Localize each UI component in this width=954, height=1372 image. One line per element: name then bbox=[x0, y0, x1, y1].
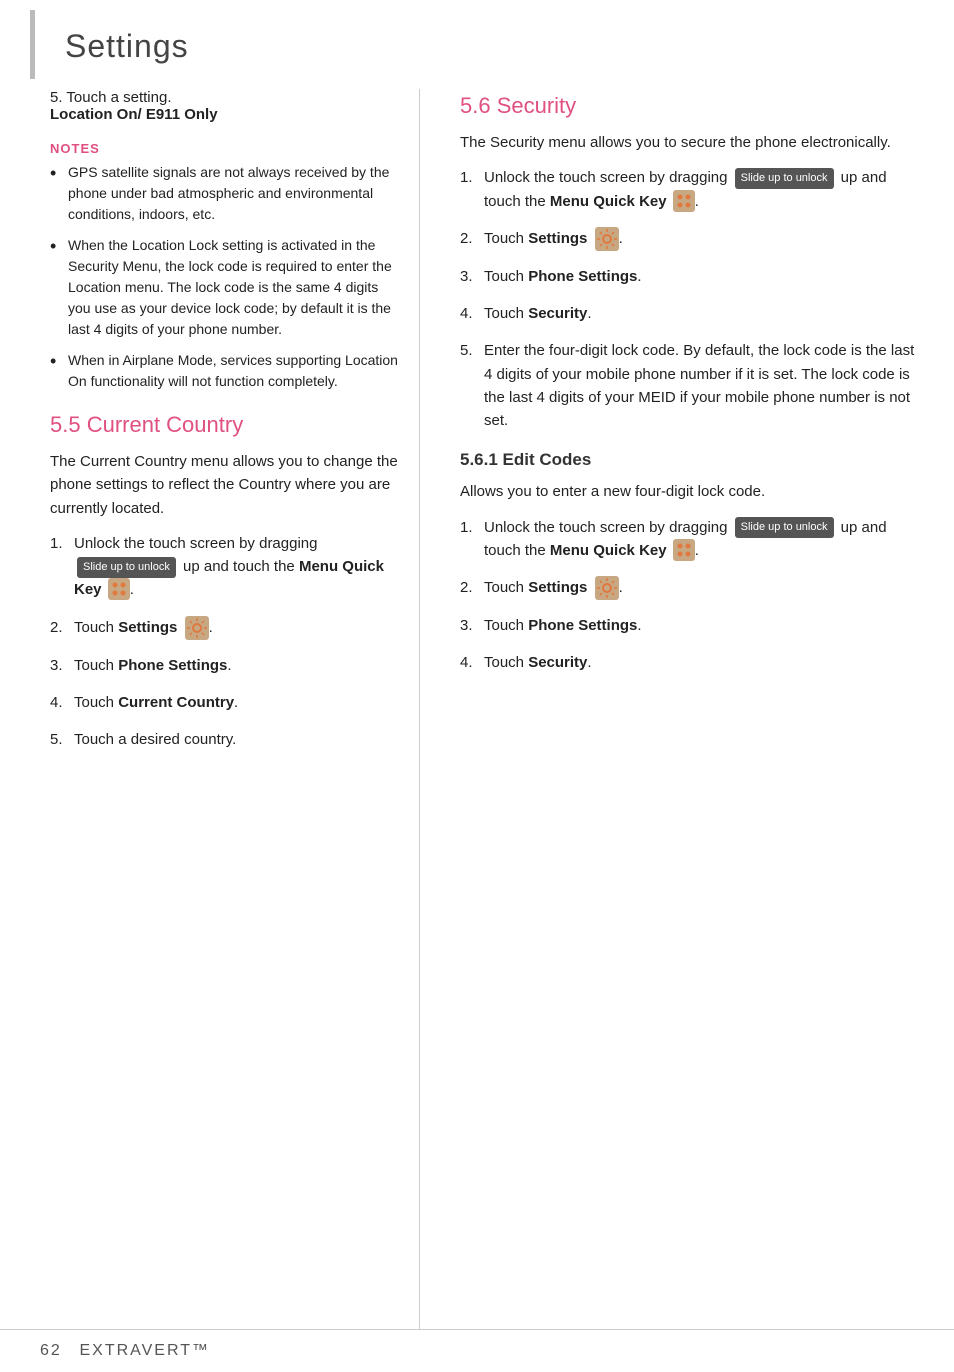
step-num: 1. bbox=[460, 166, 484, 213]
section-56-heading: 5.6 Security bbox=[460, 93, 924, 119]
section-561-heading: 5.6.1 Edit Codes bbox=[460, 450, 924, 470]
step-num: 1. bbox=[50, 532, 74, 602]
content-area: 5. Touch a setting. Location On/ E911 On… bbox=[0, 79, 954, 1329]
intro-bold: Location On/ E911 Only bbox=[50, 106, 218, 123]
step-num: 4. bbox=[50, 691, 74, 714]
menu-quick-key-label: Menu Quick Key bbox=[550, 193, 667, 210]
right-column: 5.6 Security The Security menu allows yo… bbox=[420, 89, 954, 1329]
step-content: Touch Security. bbox=[484, 651, 924, 674]
footer-page-num: 62 bbox=[40, 1342, 62, 1359]
intro-text: Touch a setting. bbox=[66, 89, 171, 106]
step-content: Touch Settings . bbox=[484, 227, 924, 251]
slide-badge: Slide up to unlock bbox=[735, 168, 834, 189]
list-item: • When in Airplane Mode, services suppor… bbox=[50, 350, 399, 392]
section-561-body: Allows you to enter a new four-digit loc… bbox=[460, 480, 924, 503]
step-content: Unlock the touch screen by dragging Slid… bbox=[74, 532, 399, 602]
settings-label: Settings bbox=[528, 579, 587, 596]
settings-label: Settings bbox=[118, 619, 177, 636]
list-item: 3. Touch Phone Settings. bbox=[50, 654, 399, 677]
step-content: Touch Phone Settings. bbox=[484, 265, 924, 288]
page-title: Settings bbox=[65, 28, 189, 64]
note-text: GPS satellite signals are not always rec… bbox=[68, 162, 399, 225]
security-label: Security bbox=[528, 654, 587, 671]
section-55-heading: 5.5 Current Country bbox=[50, 412, 399, 438]
list-item: 1. Unlock the touch screen by dragging S… bbox=[460, 166, 924, 213]
list-item: 4. Touch Current Country. bbox=[50, 691, 399, 714]
step-num: 2. bbox=[460, 227, 484, 251]
step-content: Unlock the touch screen by dragging Slid… bbox=[484, 516, 924, 563]
page: Settings 5. Touch a setting. Location On… bbox=[0, 0, 954, 1372]
step-content: Touch Current Country. bbox=[74, 691, 399, 714]
menu-quick-key-icon bbox=[673, 190, 695, 212]
step-num: 3. bbox=[460, 614, 484, 637]
bullet-icon: • bbox=[50, 237, 62, 255]
list-item: 4. Touch Security. bbox=[460, 651, 924, 674]
notes-heading: NOTES bbox=[50, 141, 399, 156]
list-item: 5. Enter the four-digit lock code. By de… bbox=[460, 339, 924, 432]
note-text: When the Location Lock setting is activa… bbox=[68, 235, 399, 340]
list-item: 2. Touch Settings . bbox=[460, 576, 924, 600]
bullet-icon: • bbox=[50, 352, 62, 370]
footer: 62 Extravert™ bbox=[0, 1329, 954, 1372]
settings-icon bbox=[185, 616, 209, 640]
security-label: Security bbox=[528, 305, 587, 322]
list-item: 3. Touch Phone Settings. bbox=[460, 614, 924, 637]
list-item: 1. Unlock the touch screen by dragging S… bbox=[50, 532, 399, 602]
list-item: 1. Unlock the touch screen by dragging S… bbox=[460, 516, 924, 563]
note-text: When in Airplane Mode, services supporti… bbox=[68, 350, 399, 392]
section-55-body: The Current Country menu allows you to c… bbox=[50, 450, 399, 520]
settings-icon bbox=[595, 227, 619, 251]
menu-quick-key-icon bbox=[108, 578, 130, 600]
step-num: 5. bbox=[50, 728, 74, 751]
settings-label: Settings bbox=[528, 230, 587, 247]
step-num: 3. bbox=[460, 265, 484, 288]
list-item: 3. Touch Phone Settings. bbox=[460, 265, 924, 288]
phone-settings-label: Phone Settings bbox=[118, 657, 227, 674]
footer-brand: Extravert™ bbox=[79, 1342, 210, 1359]
step-content: Touch Settings . bbox=[74, 616, 399, 640]
left-column: 5. Touch a setting. Location On/ E911 On… bbox=[0, 89, 420, 1329]
step-num: 4. bbox=[460, 302, 484, 325]
section-55-steps: 1. Unlock the touch screen by dragging S… bbox=[50, 532, 399, 752]
phone-settings-label: Phone Settings bbox=[528, 617, 637, 634]
list-item: 2. Touch Settings . bbox=[460, 227, 924, 251]
notes-list: • GPS satellite signals are not always r… bbox=[50, 162, 399, 392]
section-56-body: The Security menu allows you to secure t… bbox=[460, 131, 924, 154]
step-num: 5. bbox=[460, 339, 484, 432]
step-content: Enter the four-digit lock code. By defau… bbox=[484, 339, 924, 432]
list-item: 4. Touch Security. bbox=[460, 302, 924, 325]
step-content: Touch Settings . bbox=[484, 576, 924, 600]
intro-step: 5. Touch a setting. Location On/ E911 On… bbox=[50, 89, 399, 123]
menu-quick-key-icon bbox=[673, 539, 695, 561]
bullet-icon: • bbox=[50, 164, 62, 182]
step-content: Touch Phone Settings. bbox=[74, 654, 399, 677]
list-item: 5. Touch a desired country. bbox=[50, 728, 399, 751]
intro-num: 5. bbox=[50, 89, 63, 106]
list-item: 2. Touch Settings . bbox=[50, 616, 399, 640]
step-content: Touch Security. bbox=[484, 302, 924, 325]
step-num: 2. bbox=[50, 616, 74, 640]
page-title-bar: Settings bbox=[30, 10, 954, 79]
step-num: 2. bbox=[460, 576, 484, 600]
list-item: • When the Location Lock setting is acti… bbox=[50, 235, 399, 340]
step-content: Touch Phone Settings. bbox=[484, 614, 924, 637]
step-content: Touch a desired country. bbox=[74, 728, 399, 751]
step-content: Unlock the touch screen by dragging Slid… bbox=[484, 166, 924, 213]
current-country-label: Current Country bbox=[118, 694, 234, 711]
section-561-steps: 1. Unlock the touch screen by dragging S… bbox=[460, 516, 924, 675]
phone-settings-label: Phone Settings bbox=[528, 268, 637, 285]
step-num: 1. bbox=[460, 516, 484, 563]
menu-quick-key-label: Menu Quick Key bbox=[550, 542, 667, 559]
slide-badge: Slide up to unlock bbox=[735, 517, 834, 538]
section-56-steps: 1. Unlock the touch screen by dragging S… bbox=[460, 166, 924, 432]
list-item: • GPS satellite signals are not always r… bbox=[50, 162, 399, 225]
step-num: 3. bbox=[50, 654, 74, 677]
settings-icon bbox=[595, 576, 619, 600]
step-num: 4. bbox=[460, 651, 484, 674]
slide-badge: Slide up to unlock bbox=[77, 557, 176, 578]
